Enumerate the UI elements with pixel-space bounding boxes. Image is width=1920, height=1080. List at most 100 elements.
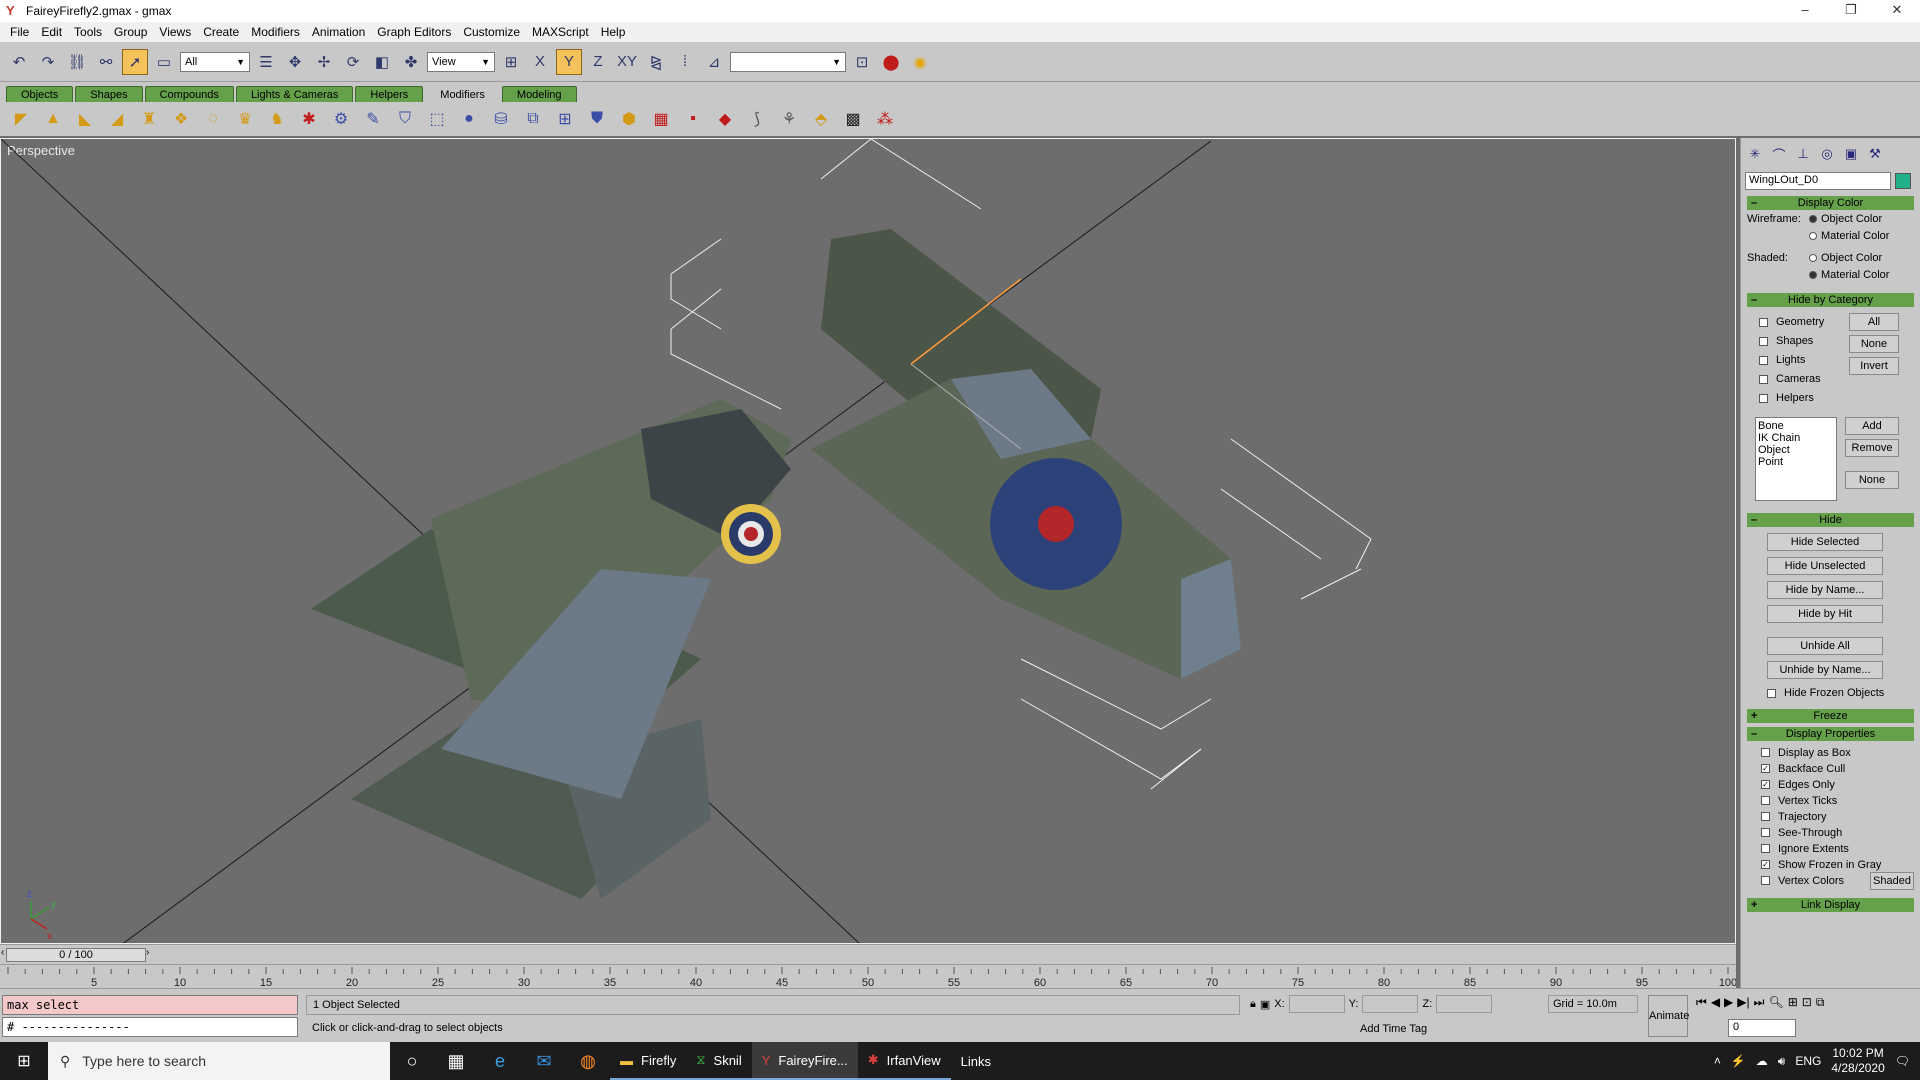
render-icon[interactable]: ◉: [907, 49, 933, 75]
display-property-checkbox[interactable]: [1761, 748, 1770, 757]
mail-icon[interactable]: ✉: [522, 1042, 566, 1080]
tab-lights-cameras[interactable]: Lights & Cameras: [235, 86, 354, 102]
task-sknil[interactable]: ⧖ Sknil: [686, 1042, 752, 1080]
hide-unselected-button[interactable]: Hide Unselected: [1767, 557, 1883, 575]
animate-button[interactable]: Animate: [1648, 995, 1689, 1037]
restrict-z-icon[interactable]: Z: [585, 49, 611, 75]
shapes-checkbox[interactable]: [1759, 336, 1768, 346]
display-property-checkbox[interactable]: ✓: [1761, 764, 1770, 773]
lights-checkbox[interactable]: [1759, 355, 1768, 365]
material-editor-icon[interactable]: ⬤: [878, 49, 904, 75]
xform-modifier-icon[interactable]: ⊞: [552, 106, 578, 132]
ffd-modifier-icon[interactable]: ⬢: [616, 106, 642, 132]
menu-views[interactable]: Views: [153, 25, 197, 39]
maxscript-macro-recorder[interactable]: max select: [2, 995, 298, 1015]
tab-modifiers[interactable]: Modifiers: [425, 86, 500, 102]
display-panel-icon[interactable]: ▣: [1841, 144, 1861, 164]
go-to-start-icon[interactable]: ⏮: [1696, 995, 1707, 1010]
add-category-button[interactable]: Add: [1845, 417, 1899, 435]
schematic-view-icon[interactable]: ⊡: [849, 49, 875, 75]
twist-modifier-icon[interactable]: ◣: [72, 106, 98, 132]
reference-coordinate-select[interactable]: View ▼: [427, 51, 495, 72]
select-by-name-icon[interactable]: ☰: [253, 49, 279, 75]
hide-selected-button[interactable]: Hide Selected: [1767, 533, 1883, 551]
slice-modifier-icon[interactable]: ✎: [360, 106, 386, 132]
utilities-panel-icon[interactable]: ⚒: [1865, 144, 1885, 164]
wireframe-material-color-radio[interactable]: [1809, 232, 1817, 240]
menu-tools[interactable]: Tools: [68, 25, 108, 39]
menu-graph-editors[interactable]: Graph Editors: [371, 25, 457, 39]
menu-modifiers[interactable]: Modifiers: [245, 25, 306, 39]
mirror-icon[interactable]: ⧎: [643, 49, 669, 75]
go-to-end-icon[interactable]: ⏭: [1754, 995, 1765, 1010]
restrict-y-icon[interactable]: Y: [556, 48, 582, 75]
time-slider-thumb[interactable]: 0 / 100: [6, 948, 146, 962]
vertex-colors-shaded-button[interactable]: Shaded: [1870, 871, 1914, 890]
object-color-swatch[interactable]: [1895, 173, 1911, 189]
minimize-button[interactable]: –: [1782, 0, 1828, 22]
modify-panel-icon[interactable]: ⌒: [1769, 144, 1789, 164]
skew-modifier-icon[interactable]: ⚙: [328, 106, 354, 132]
squeeze-modifier-icon[interactable]: ❖: [168, 106, 194, 132]
stretch-modifier-icon[interactable]: ♜: [136, 106, 162, 132]
move-icon[interactable]: ✢: [311, 49, 337, 75]
display-property-checkbox[interactable]: ✓: [1761, 860, 1770, 869]
display-property-checkbox[interactable]: [1761, 812, 1770, 821]
menu-group[interactable]: Group: [108, 25, 153, 39]
store-icon[interactable]: ▦: [434, 1042, 478, 1080]
select-move-icon[interactable]: ✥: [282, 49, 308, 75]
task-gmax[interactable]: Y FaireyFire...: [751, 1042, 858, 1080]
display-property-checkbox[interactable]: ✓: [1761, 780, 1770, 789]
perspective-viewport[interactable]: Perspective z y x: [0, 138, 1736, 944]
hide-rollout[interactable]: – Hide: [1747, 513, 1914, 527]
hide-invert-button[interactable]: Invert: [1849, 357, 1899, 375]
track-bar[interactable]: 5 10 15 20 25 30 35 40 45 50 55 60 65 70 75 80 85 90 95 100: [0, 964, 1737, 989]
notifications-icon[interactable]: 🗨︎: [1895, 1054, 1910, 1068]
close-button[interactable]: ✕: [1874, 0, 1920, 22]
display-property-checkbox[interactable]: [1761, 828, 1770, 837]
list-item[interactable]: Point: [1758, 456, 1834, 468]
restrict-x-icon[interactable]: X: [527, 49, 553, 75]
select-object-icon[interactable]: ➚: [122, 48, 148, 75]
hide-all-button[interactable]: All: [1849, 313, 1899, 331]
display-properties-rollout[interactable]: – Display Properties: [1747, 727, 1914, 741]
shaded-material-color-radio[interactable]: [1809, 271, 1817, 279]
list-item[interactable]: IK Chain Object: [1758, 432, 1834, 456]
zoom-extents-all-icon[interactable]: ⧉: [1816, 995, 1825, 1010]
chevron-up-icon[interactable]: ˄: [1714, 1054, 1721, 1068]
windows-start-icon[interactable]: ⊞: [0, 1042, 48, 1080]
cloud-icon[interactable]: ☁: [1756, 1054, 1768, 1068]
push-modifier-icon[interactable]: ◌: [200, 106, 226, 132]
play-icon[interactable]: ▶: [1724, 995, 1733, 1010]
task-firefly[interactable]: ▬ Firefly: [610, 1042, 687, 1080]
taper-modifier-icon[interactable]: ▲: [40, 106, 66, 132]
restrict-xy-icon[interactable]: XY: [614, 49, 640, 75]
hide-frozen-checkbox[interactable]: [1767, 688, 1776, 698]
selection-filter-select[interactable]: All ▼: [180, 51, 250, 72]
menu-create[interactable]: Create: [197, 25, 245, 39]
select-and-link-icon[interactable]: ⛓: [64, 49, 90, 75]
lock-icon[interactable]: 🔒︎: [1250, 998, 1256, 1011]
uvw-map-icon[interactable]: ⬘: [808, 106, 834, 132]
tab-compounds[interactable]: Compounds: [144, 86, 234, 102]
object-name-field[interactable]: WingLOut_D0: [1745, 172, 1891, 190]
maximize-button[interactable]: ❐: [1828, 0, 1874, 22]
unlink-icon[interactable]: ⚯: [93, 49, 119, 75]
preserve-modifier-icon[interactable]: ⛊: [584, 106, 610, 132]
tab-helpers[interactable]: Helpers: [355, 86, 424, 102]
display-property-checkbox[interactable]: [1761, 876, 1770, 885]
ripple-modifier-icon[interactable]: ♞: [264, 106, 290, 132]
rotate-icon[interactable]: ⟳: [340, 49, 366, 75]
previous-frame-icon[interactable]: ◀: [1711, 995, 1720, 1010]
unhide-all-button[interactable]: Unhide All: [1767, 637, 1883, 655]
menu-maxscript[interactable]: MAXScript: [526, 25, 595, 39]
zoom-all-icon[interactable]: ⊞: [1788, 995, 1798, 1010]
mesh-select-icon[interactable]: ▦: [648, 106, 674, 132]
region-select-icon[interactable]: ▭: [151, 49, 177, 75]
zoom-extents-icon[interactable]: ⊡: [1802, 995, 1812, 1010]
volume-icon[interactable]: 🔊︎: [1778, 1054, 1786, 1069]
task-links[interactable]: Links: [951, 1042, 1001, 1080]
edge-icon[interactable]: e: [478, 1042, 522, 1080]
helpers-checkbox[interactable]: [1759, 393, 1768, 403]
noise-modifier-icon[interactable]: ◢: [104, 106, 130, 132]
